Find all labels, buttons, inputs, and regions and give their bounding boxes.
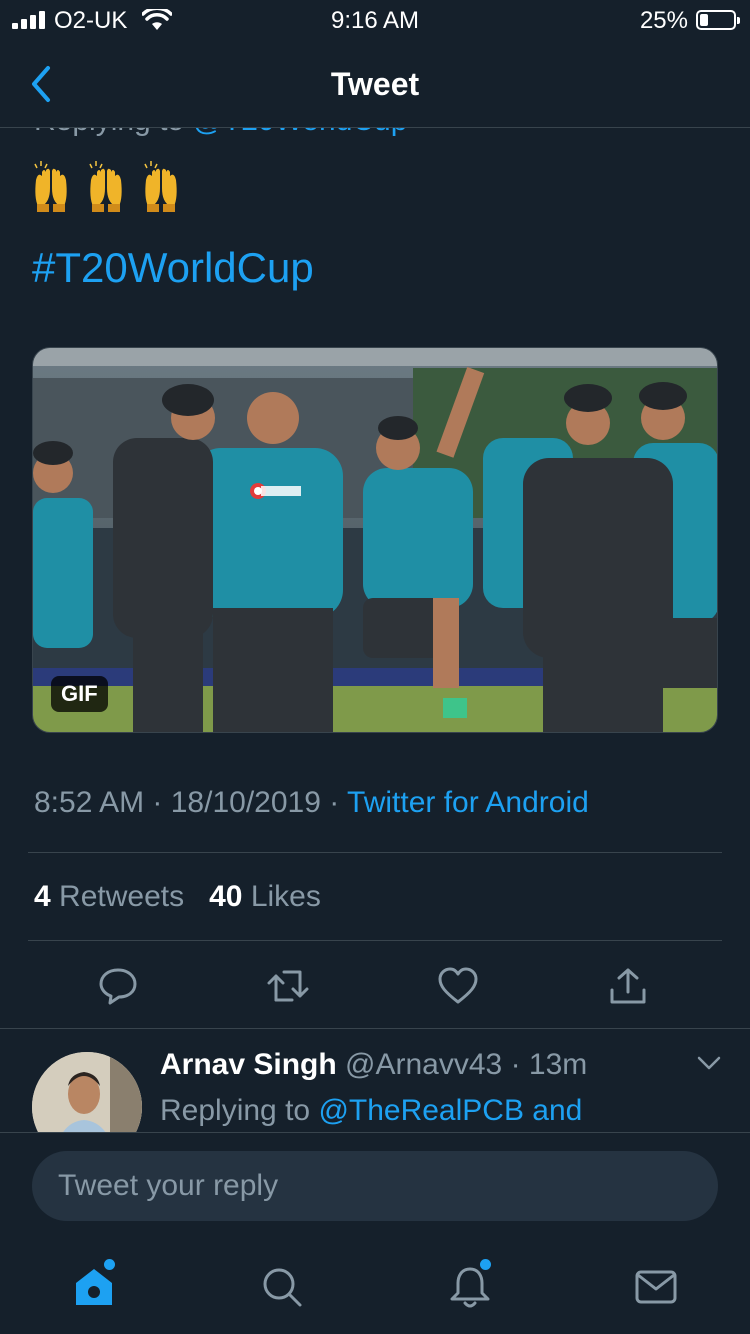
likes-label: Likes [250, 880, 321, 913]
notification-dot [104, 1259, 115, 1270]
reply-button[interactable] [88, 960, 148, 1012]
compose-area [0, 1132, 750, 1334]
reply-replying-to: Replying to @TheRealPCB and [160, 1094, 582, 1128]
tweet-media-gif[interactable]: GIF [32, 347, 718, 733]
tweet-source-link[interactable]: Twitter for Android [347, 786, 589, 819]
page-title: Tweet [330, 66, 420, 102]
meta-separator: · [144, 786, 171, 819]
tweet-meta: 8:52 AM · 18/10/2019 · Twitter for Andro… [34, 786, 589, 820]
tab-messages[interactable] [626, 1257, 686, 1317]
likes-count: 40 [209, 880, 243, 913]
retweets-label: Retweets [59, 880, 185, 913]
replying-mention-link[interactable]: @TheRealPCB and [318, 1094, 582, 1127]
search-icon [263, 1268, 302, 1307]
home-icon [76, 1269, 112, 1305]
divider [28, 852, 722, 853]
avatar-photo [32, 1052, 142, 1132]
reply-icon [99, 968, 137, 1005]
divider [28, 940, 722, 941]
battery-icon [696, 10, 740, 30]
tab-home[interactable] [64, 1257, 124, 1317]
gif-badge: GIF [51, 676, 108, 712]
notifications-icon [450, 1267, 490, 1308]
reply-author-name[interactable]: Arnav Singh [160, 1048, 337, 1081]
reply-tweet[interactable]: Arnav Singh @Arnavv43 · 13m Replying to … [0, 1030, 750, 1132]
reply-time: 13m [528, 1048, 588, 1081]
battery-percent: 25% [639, 7, 688, 34]
reply-author-handle[interactable]: @Arnavv43 [345, 1048, 502, 1081]
reply-author: Arnav Singh @Arnavv43 · 13m [160, 1048, 587, 1082]
share-button[interactable] [598, 960, 658, 1012]
messages-icon [635, 1270, 677, 1304]
nav-bar: Tweet [0, 40, 750, 128]
tweet-reply-input[interactable] [32, 1151, 718, 1221]
replying-prefix: Replying to [160, 1094, 319, 1127]
likes-stat[interactable]: 40 Likes [209, 880, 321, 913]
notification-dot [480, 1259, 491, 1270]
tab-bar [0, 1249, 750, 1334]
cricket-team-photo [33, 348, 717, 732]
retweet-icon [267, 970, 309, 1002]
like-button[interactable] [428, 960, 488, 1012]
share-icon [610, 968, 646, 1004]
tab-search[interactable] [252, 1257, 312, 1317]
tweet-emoji: 🙌🙌🙌 [32, 158, 192, 214]
tweet-time: 8:52 AM [34, 786, 145, 819]
meta-separator: · [320, 786, 348, 819]
tweet-actions [0, 960, 750, 1020]
clock: 9:16 AM [330, 7, 420, 34]
tab-notifications[interactable] [440, 1257, 500, 1317]
retweet-button[interactable] [258, 960, 318, 1012]
tweet-date: 18/10/2019 [170, 786, 321, 819]
avatar[interactable] [32, 1052, 142, 1132]
retweets-stat[interactable]: 4 Retweets [34, 880, 184, 913]
raising-hands-emoji-icon [34, 160, 178, 213]
tweet-stats: 4 Retweets 40 Likes [34, 880, 321, 914]
divider [0, 1028, 750, 1029]
status-bar: O2-UK 9:16 AM 25% [0, 0, 750, 40]
meta-separator: · [502, 1048, 529, 1081]
retweets-count: 4 [34, 880, 51, 913]
like-icon [438, 967, 478, 1004]
chevron-down-icon[interactable] [696, 1054, 722, 1072]
hashtag-link[interactable]: #T20WorldCup [32, 244, 314, 292]
